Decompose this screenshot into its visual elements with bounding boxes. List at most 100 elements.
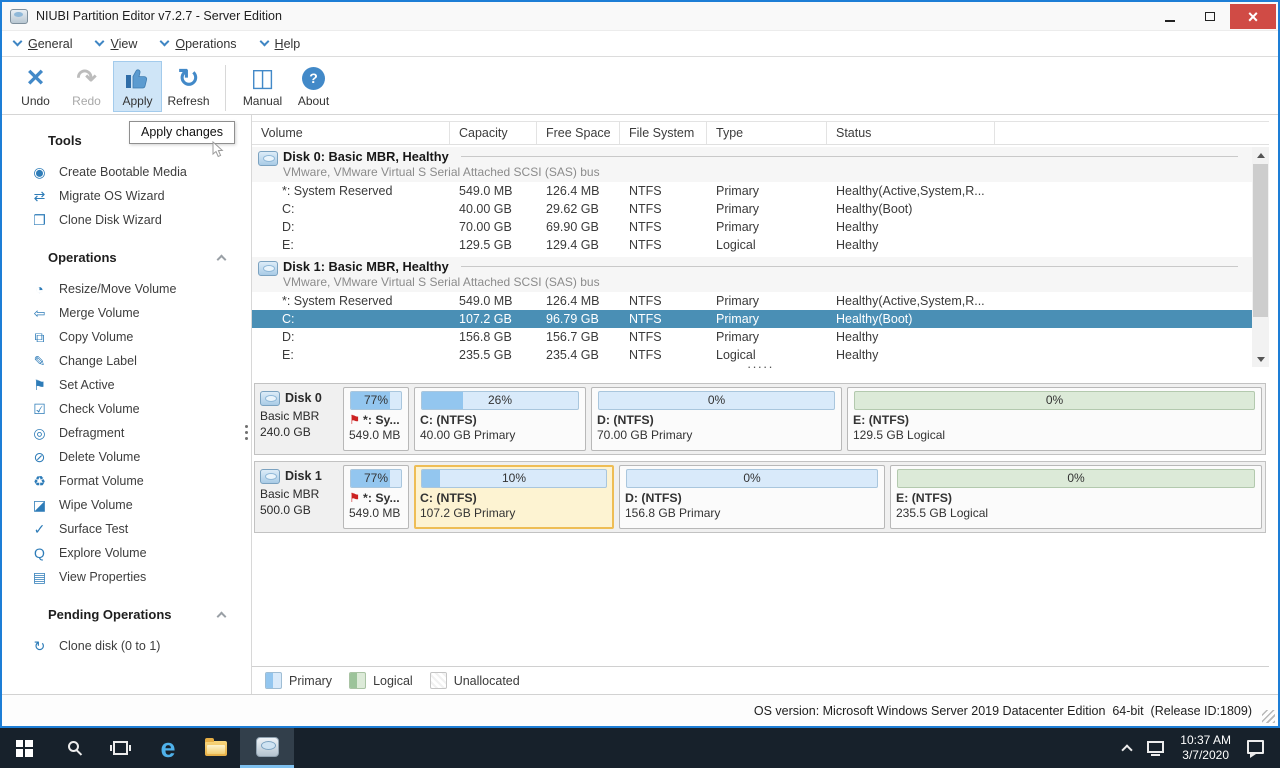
sidebar-item-change-label[interactable]: ✎Change Label	[2, 349, 251, 373]
menu-view[interactable]: View	[96, 37, 137, 51]
column-type[interactable]: Type	[707, 122, 827, 144]
sidebar-item-defragment[interactable]: ◎Defragment	[2, 421, 251, 445]
section-operations-heading[interactable]: Operations	[2, 246, 251, 268]
sidebar-item-resize-move-volume[interactable]: ◔Resize/Move Volume	[2, 277, 251, 301]
refresh-button[interactable]: ↻ Refresh	[165, 62, 212, 111]
toolbar-separator	[225, 65, 226, 111]
disk-icon	[258, 261, 278, 276]
system-tray: 10:37 AM 3/7/2020	[1123, 728, 1280, 768]
chevron-up-icon	[217, 611, 227, 621]
apply-button[interactable]: Apply	[114, 62, 161, 111]
sidebar-item-view-properties[interactable]: ▤View Properties	[2, 565, 251, 589]
change-label-icon: ✎	[31, 354, 48, 368]
column-status[interactable]: Status	[827, 122, 995, 144]
format-volume-icon: ♻	[31, 474, 48, 488]
table-row[interactable]: D: 70.00 GB 69.90 GB NTFS Primary Health…	[252, 218, 1252, 236]
table-row[interactable]: E: 129.5 GB 129.4 GB NTFS Logical Health…	[252, 236, 1252, 254]
niubi-app-icon	[256, 737, 279, 757]
table-row[interactable]: *: System Reserved 549.0 MB 126.4 MB NTF…	[252, 182, 1252, 200]
sidebar-item-set-active[interactable]: ⚑Set Active	[2, 373, 251, 397]
scroll-up-icon[interactable]	[1252, 147, 1269, 163]
refresh-icon: ↻	[178, 64, 200, 92]
chevron-up-icon	[217, 254, 227, 264]
scroll-down-icon[interactable]	[1252, 351, 1269, 367]
partition-block-disk1-sysres[interactable]: 77% ⚑*: Sy... 549.0 MB	[343, 465, 409, 529]
sidebar-item-explore-volume[interactable]: QExplore Volume	[2, 541, 251, 565]
defragment-icon: ◎	[31, 426, 48, 440]
taskbar-search-button[interactable]	[48, 728, 96, 768]
taskbar-niubi-app-active[interactable]	[240, 728, 294, 768]
action-center-icon[interactable]	[1247, 740, 1264, 754]
menu-operations[interactable]: Operations	[161, 37, 236, 51]
close-button[interactable]	[1230, 4, 1276, 29]
partition-block-disk0-c[interactable]: 26% C: (NTFS) 40.00 GB Primary	[414, 387, 586, 451]
column-file-system[interactable]: File System	[620, 122, 707, 144]
legend: Primary Logical Unallocated	[252, 666, 1269, 694]
search-icon	[68, 741, 79, 752]
table-row[interactable]: C: 40.00 GB 29.62 GB NTFS Primary Health…	[252, 200, 1252, 218]
wipe-volume-icon: ◪	[31, 498, 48, 512]
disk-icon	[260, 469, 280, 484]
clone-disk-icon: ❐	[31, 213, 48, 227]
sidebar-item-migrate-os-wizard[interactable]: ⇄Migrate OS Wizard	[2, 184, 251, 208]
table-splitter-handle[interactable]	[747, 363, 774, 371]
sidebar: Tools ◉Create Bootable Media ⇄Migrate OS…	[2, 115, 252, 694]
legend-primary: Primary	[265, 672, 332, 689]
redo-button[interactable]: ↷ Redo	[63, 62, 110, 111]
table-header: Volume Capacity Free Space File System T…	[252, 121, 1269, 145]
pending-clone-icon: ↻	[31, 639, 48, 653]
sidebar-item-clone-disk-wizard[interactable]: ❐Clone Disk Wizard	[2, 208, 251, 232]
partition-block-disk1-e[interactable]: 0% E: (NTFS) 235.5 GB Logical	[890, 465, 1262, 529]
partition-block-disk0-d[interactable]: 0% D: (NTFS) 70.00 GB Primary	[591, 387, 842, 451]
partition-block-disk0-e[interactable]: 0% E: (NTFS) 129.5 GB Logical	[847, 387, 1262, 451]
section-pending-operations-heading[interactable]: Pending Operations	[2, 603, 251, 625]
sidebar-item-pending-clone-disk[interactable]: ↻Clone disk (0 to 1)	[2, 634, 251, 658]
start-button[interactable]	[0, 728, 48, 768]
sidebar-item-create-bootable-media[interactable]: ◉Create Bootable Media	[2, 160, 251, 184]
minimize-button[interactable]	[1150, 4, 1190, 29]
about-button[interactable]: ? About	[290, 62, 337, 111]
windows-logo-icon	[16, 740, 33, 757]
sidebar-item-wipe-volume[interactable]: ◪Wipe Volume	[2, 493, 251, 517]
partition-block-disk1-c-selected[interactable]: 10% C: (NTFS) 107.2 GB Primary	[414, 465, 614, 529]
disk0-info[interactable]: Disk 0 Basic MBR 240.0 GB	[258, 387, 338, 451]
view-properties-icon: ▤	[31, 570, 48, 584]
menu-general[interactable]: General	[14, 37, 72, 51]
column-free-space[interactable]: Free Space	[537, 122, 620, 144]
window-title: NIUBI Partition Editor v7.2.7 - Server E…	[36, 9, 282, 23]
sidebar-item-surface-test[interactable]: ✓Surface Test	[2, 517, 251, 541]
close-icon	[1248, 8, 1259, 26]
partition-block-disk0-sysres[interactable]: 77% ⚑*: Sy... 549.0 MB	[343, 387, 409, 451]
disk-icon	[258, 151, 278, 166]
active-flag-icon: ⚑	[349, 413, 360, 427]
partition-block-disk1-d[interactable]: 0% D: (NTFS) 156.8 GB Primary	[619, 465, 885, 529]
taskbar-file-explorer[interactable]	[192, 728, 240, 768]
sidebar-item-copy-volume[interactable]: ⧉Copy Volume	[2, 325, 251, 349]
disk0-group-header[interactable]: Disk 0: Basic MBR, Healthy VMware, VMwar…	[252, 147, 1252, 182]
tray-chevron-up-icon[interactable]	[1122, 744, 1133, 755]
sidebar-item-check-volume[interactable]: ☑Check Volume	[2, 397, 251, 421]
column-capacity[interactable]: Capacity	[450, 122, 537, 144]
table-row-selected[interactable]: C: 107.2 GB 96.79 GB NTFS Primary Health…	[252, 310, 1252, 328]
table-row[interactable]: *: System Reserved 549.0 MB 126.4 MB NTF…	[252, 292, 1252, 310]
column-volume[interactable]: Volume	[252, 122, 450, 144]
table-row[interactable]: D: 156.8 GB 156.7 GB NTFS Primary Health…	[252, 328, 1252, 346]
disk1-info[interactable]: Disk 1 Basic MBR 500.0 GB	[258, 465, 338, 529]
sidebar-item-format-volume[interactable]: ♻Format Volume	[2, 469, 251, 493]
taskbar-clock[interactable]: 10:37 AM 3/7/2020	[1180, 733, 1231, 763]
window-resize-grip[interactable]	[1262, 710, 1275, 723]
unallocated-swatch-icon	[430, 672, 447, 689]
sidebar-item-merge-volume[interactable]: ⇦Merge Volume	[2, 301, 251, 325]
network-icon[interactable]	[1147, 741, 1164, 753]
task-view-button[interactable]	[96, 728, 144, 768]
taskbar-internet-explorer[interactable]: e	[144, 728, 192, 768]
undo-button[interactable]: × Undo	[12, 62, 59, 111]
manual-button[interactable]: ◫ Manual	[239, 62, 286, 111]
maximize-button[interactable]	[1190, 4, 1230, 29]
menu-help[interactable]: Help	[261, 37, 301, 51]
table-scrollbar[interactable]	[1252, 147, 1269, 367]
sidebar-splitter-handle[interactable]	[245, 425, 248, 428]
disk1-group-header[interactable]: Disk 1: Basic MBR, Healthy VMware, VMwar…	[252, 257, 1252, 292]
sidebar-item-delete-volume[interactable]: ⊘Delete Volume	[2, 445, 251, 469]
scrollbar-thumb[interactable]	[1253, 164, 1268, 317]
